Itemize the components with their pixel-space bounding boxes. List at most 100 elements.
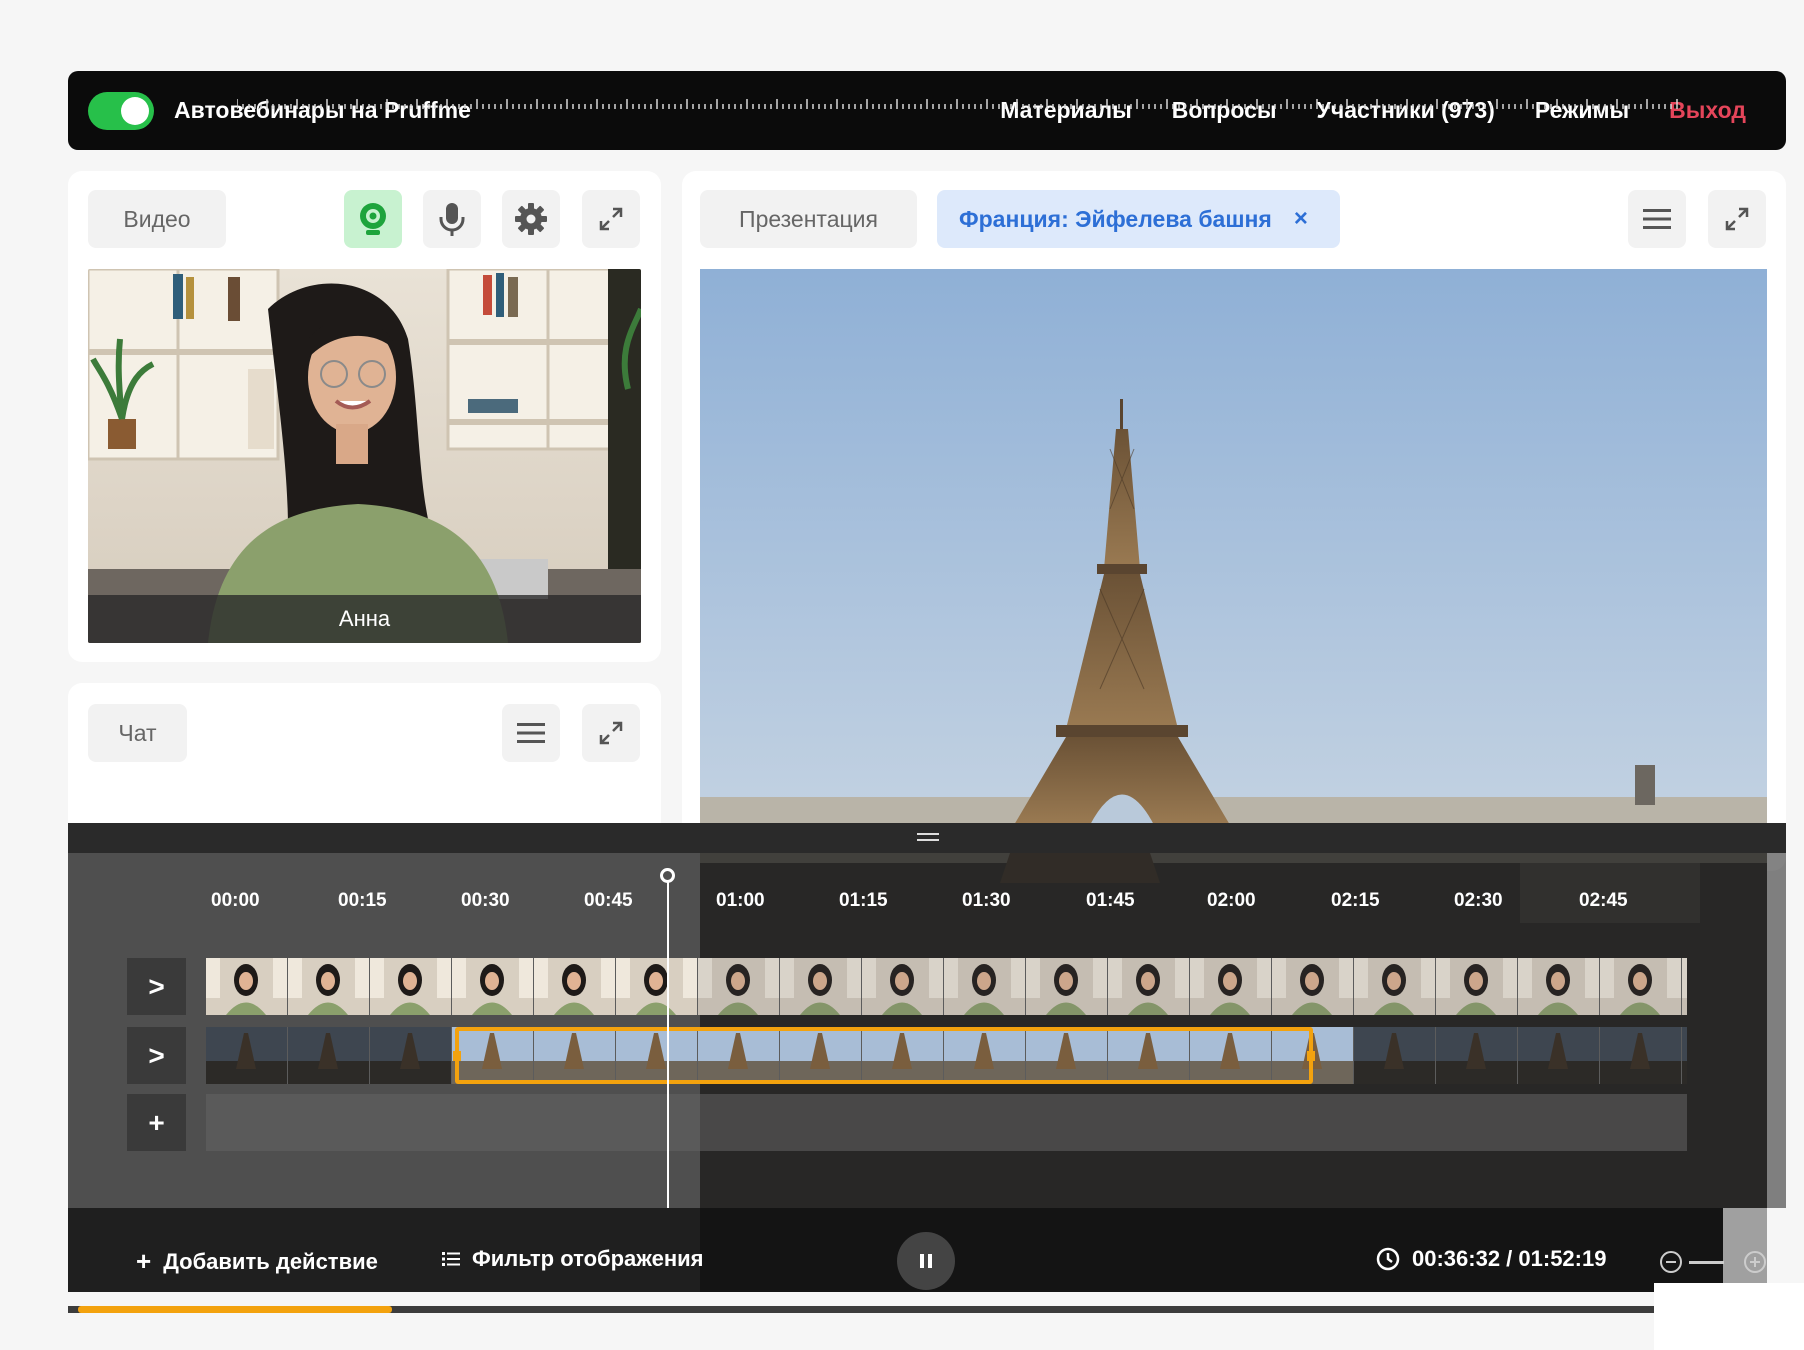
video-thumbnail bbox=[288, 958, 369, 1015]
add-action-button[interactable]: + Добавить действие bbox=[136, 1246, 378, 1277]
expand-icon bbox=[1725, 207, 1749, 231]
video-thumbnail bbox=[780, 958, 861, 1015]
presentation-tab[interactable]: Презентация bbox=[700, 190, 917, 248]
video-thumbnail bbox=[1436, 958, 1517, 1015]
microphone-icon bbox=[439, 203, 465, 236]
zoom-in-icon[interactable] bbox=[1743, 1250, 1767, 1274]
eiffel-tower-photo bbox=[700, 269, 1767, 825]
tick-label: 00:45 bbox=[584, 890, 633, 911]
chat-tab[interactable]: Чат bbox=[88, 704, 187, 762]
expand-icon bbox=[599, 721, 623, 745]
webcam-icon bbox=[360, 203, 386, 235]
top-bar: Автовебинары на Pruffme Материалы Вопрос… bbox=[68, 71, 1786, 150]
menu-icon bbox=[517, 723, 545, 743]
video-thumbnail bbox=[698, 958, 779, 1015]
expand-icon bbox=[599, 207, 623, 231]
slide-thumbnail bbox=[206, 1027, 287, 1084]
drag-handle-icon[interactable] bbox=[917, 833, 939, 835]
speaker-name: Анна bbox=[338, 606, 391, 631]
speaker-photo bbox=[88, 269, 641, 643]
video-thumbnail bbox=[1108, 958, 1189, 1015]
video-thumbnail bbox=[1682, 958, 1687, 1015]
tick-label: 02:00 bbox=[1207, 890, 1256, 911]
tick-label: 00:15 bbox=[338, 890, 387, 911]
speaker-video: Анна bbox=[88, 269, 641, 643]
slide-thumbnail bbox=[370, 1027, 451, 1084]
presentation-expand-button[interactable] bbox=[1708, 190, 1766, 248]
chat-expand-button[interactable] bbox=[582, 704, 640, 762]
video-thumbnail bbox=[206, 958, 287, 1015]
plus-icon: + bbox=[136, 1246, 152, 1276]
settings-button[interactable] bbox=[502, 190, 560, 248]
microphone-button[interactable] bbox=[423, 190, 481, 248]
webcam-button[interactable] bbox=[344, 190, 402, 248]
clip-trim-handle-right[interactable] bbox=[1307, 1051, 1315, 1061]
video-expand-button[interactable] bbox=[582, 190, 640, 248]
expand-track-button[interactable]: > bbox=[127, 1027, 186, 1084]
zoom-out-icon[interactable] bbox=[1659, 1250, 1683, 1274]
filter-list-icon bbox=[442, 1252, 460, 1266]
display-filter-label: Фильтр отображения bbox=[472, 1246, 704, 1271]
pause-button[interactable] bbox=[897, 1232, 955, 1290]
chat-menu-button[interactable] bbox=[502, 704, 560, 762]
slide-thumbnail bbox=[1600, 1027, 1681, 1084]
video-thumbnail bbox=[534, 958, 615, 1015]
playhead[interactable] bbox=[667, 880, 669, 1208]
page-corner bbox=[1654, 1283, 1804, 1350]
video-thumbnail bbox=[1518, 958, 1599, 1015]
clip-trim-handle-left[interactable] bbox=[453, 1051, 461, 1061]
tick-label: 01:45 bbox=[1086, 890, 1135, 911]
video-thumbnail bbox=[616, 958, 697, 1015]
tick-label: 00:30 bbox=[461, 890, 510, 911]
close-icon[interactable]: × bbox=[1294, 205, 1308, 233]
slide-thumbnail bbox=[1518, 1027, 1599, 1084]
tick-label: 01:00 bbox=[716, 890, 765, 911]
video-thumbnail bbox=[370, 958, 451, 1015]
slide-thumbnail bbox=[288, 1027, 369, 1084]
timeline-resize-bar[interactable] bbox=[68, 823, 1786, 853]
tick-label: 02:30 bbox=[1454, 890, 1503, 911]
video-tab[interactable]: Видео bbox=[88, 190, 226, 248]
presentation-menu-button[interactable] bbox=[1628, 190, 1686, 248]
add-track-button[interactable]: + bbox=[127, 1094, 186, 1151]
playback-time: 00:36:32 / 01:52:19 bbox=[1376, 1246, 1606, 1272]
active-presentation-chip[interactable]: Франция: Эйфелева башня × bbox=[937, 190, 1340, 248]
zoom-slider[interactable] bbox=[1689, 1261, 1724, 1264]
video-track[interactable] bbox=[206, 958, 1687, 1015]
tick-label: 02:45 bbox=[1579, 890, 1628, 911]
playback-time-text: 00:36:32 / 01:52:19 bbox=[1412, 1246, 1607, 1271]
video-thumbnail bbox=[1190, 958, 1271, 1015]
slide-thumbnail bbox=[1682, 1027, 1687, 1084]
active-presentation-name: Франция: Эйфелева башня bbox=[959, 205, 1272, 232]
clock-icon bbox=[1376, 1247, 1400, 1271]
speaker-name-bar: Анна bbox=[88, 595, 641, 643]
video-thumbnail bbox=[1354, 958, 1435, 1015]
playhead-handle[interactable] bbox=[660, 868, 675, 883]
video-thumbnail bbox=[452, 958, 533, 1015]
video-track-thumbnails bbox=[206, 958, 1687, 1015]
video-thumbnail bbox=[862, 958, 943, 1015]
video-thumbnail bbox=[1600, 958, 1681, 1015]
video-thumbnail bbox=[1272, 958, 1353, 1015]
tick-label: 02:15 bbox=[1331, 890, 1380, 911]
video-thumbnail bbox=[944, 958, 1025, 1015]
presentation-slide bbox=[700, 269, 1767, 825]
slide-thumbnail bbox=[1354, 1027, 1435, 1084]
playback-progress-fill bbox=[78, 1306, 392, 1313]
video-thumbnail bbox=[1026, 958, 1107, 1015]
menu-icon bbox=[1643, 209, 1671, 229]
timeline-ruler bbox=[237, 99, 1678, 109]
selected-clip[interactable] bbox=[453, 1027, 1315, 1084]
tick-label: 01:15 bbox=[839, 890, 888, 911]
toggle-knob bbox=[121, 96, 149, 125]
expand-track-button[interactable]: > bbox=[127, 958, 186, 1015]
tick-label: 00:00 bbox=[211, 890, 260, 911]
display-filter-button[interactable]: Фильтр отображения bbox=[442, 1246, 703, 1272]
autowebinar-toggle[interactable] bbox=[88, 91, 154, 130]
slide-thumbnail bbox=[1436, 1027, 1517, 1084]
tick-label: 01:30 bbox=[962, 890, 1011, 911]
gear-icon bbox=[515, 203, 547, 235]
empty-track[interactable] bbox=[206, 1094, 1687, 1151]
add-action-label: Добавить действие bbox=[163, 1248, 378, 1274]
controls-overlay bbox=[700, 1208, 1767, 1292]
